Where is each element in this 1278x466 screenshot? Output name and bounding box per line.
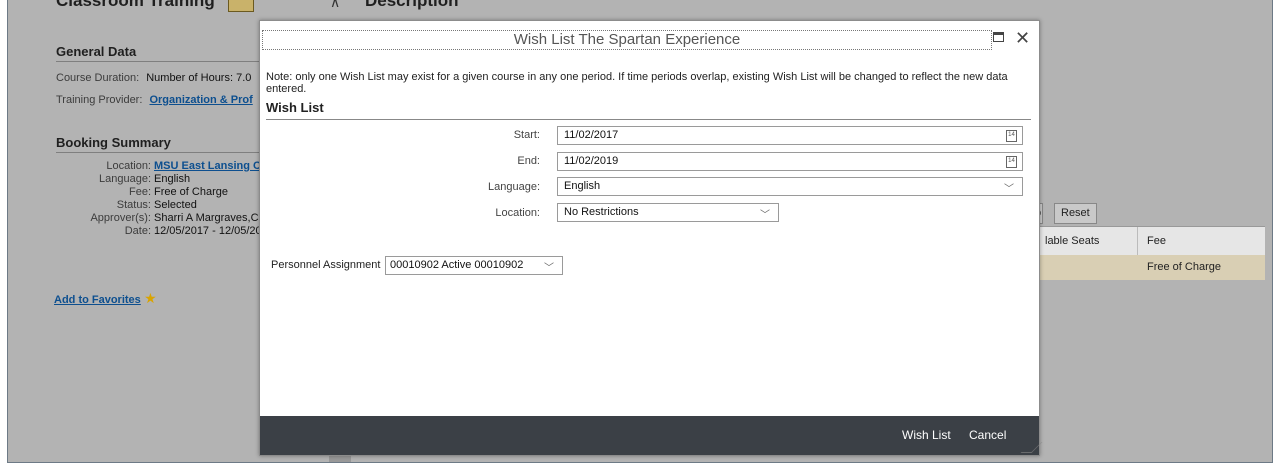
dialog-title: Wish List The Spartan Experience: [262, 30, 992, 50]
table-row[interactable]: Free of Charge: [1037, 255, 1265, 280]
note-text: Note: only one Wish List may exist for a…: [266, 71, 1008, 95]
calendar-icon[interactable]: 14: [1006, 156, 1017, 168]
end-date-value: 11/02/2019: [564, 155, 619, 167]
personnel-assignment-select[interactable]: 00010902 Active 00010902 ﹀: [385, 256, 563, 275]
personnel-assignment-label: Personnel Assignment: [271, 259, 381, 271]
personnel-assignment-value: 00010902 Active 00010902: [390, 259, 524, 271]
close-icon[interactable]: ✕: [1015, 28, 1030, 48]
location-value: No Restrictions: [564, 206, 639, 218]
training-provider-row: Training Provider: Organization & Prof: [56, 94, 253, 106]
column-header-fee: Fee: [1147, 235, 1166, 247]
training-provider-link[interactable]: Organization & Prof: [149, 94, 252, 106]
language-value: English: [154, 173, 191, 185]
course-duration-row: Course Duration: Number of Hours: 7.0: [56, 72, 251, 84]
location-label: Location:: [106, 160, 151, 172]
section-title: Wish List: [266, 100, 324, 115]
status-value: Selected: [154, 199, 197, 211]
wish-list-button[interactable]: Wish List: [902, 428, 951, 442]
status-label: Status:: [116, 199, 151, 211]
course-title: Classroom Training: [56, 0, 215, 10]
column-divider: [1137, 227, 1138, 255]
language-label: Language:: [488, 181, 540, 193]
course-duration-value: Number of Hours: 7.0: [146, 72, 252, 84]
add-to-favorites[interactable]: Add to Favorites ★: [54, 290, 157, 307]
row-fee: Free of Charge: [1147, 261, 1221, 273]
start-date-value: 11/02/2017: [564, 129, 619, 141]
table-header: lable Seats Fee: [1037, 226, 1265, 256]
wish-list-dialog: Wish List The Spartan Experience ✕ Note:…: [259, 20, 1043, 456]
fee-label: Fee:: [128, 186, 151, 198]
end-date-field[interactable]: 11/02/2019 14: [557, 152, 1023, 171]
cancel-button[interactable]: Cancel: [969, 428, 1006, 442]
star-plus-icon: ★: [144, 290, 157, 306]
approver-label: Approver(s):: [90, 212, 151, 224]
training-provider-label: Training Provider:: [56, 94, 143, 106]
location-link[interactable]: MSU East Lansing C: [154, 160, 264, 173]
reset-button[interactable]: Reset: [1054, 203, 1097, 224]
fee-value: Free of Charge: [154, 186, 228, 198]
description-heading: Description: [365, 0, 459, 10]
approver-value: Sharri A Margraves,C: [154, 212, 259, 224]
divider: [56, 152, 262, 153]
divider: [56, 61, 262, 62]
maximize-icon[interactable]: [993, 32, 1004, 42]
chevron-down-icon: ﹀: [760, 210, 770, 221]
general-data-heading: General Data: [56, 44, 137, 59]
booking-values: MSU East Lansing C English Free of Charg…: [154, 160, 264, 238]
add-to-favorites-link[interactable]: Add to Favorites: [54, 294, 141, 306]
collapse-icon[interactable]: ∧: [330, 0, 340, 11]
location-label: Location:: [495, 207, 540, 219]
booking-labels: Location: Language: Fee: Status: Approve…: [8, 160, 151, 238]
date-value: 12/05/2017 - 12/05/20: [154, 225, 262, 237]
dialog-footer: Wish List Cancel: [260, 416, 1043, 455]
language-label: Language:: [99, 173, 151, 185]
calendar-icon[interactable]: 14: [1006, 130, 1017, 142]
sessions-table: lable Seats Fee Free of Charge: [1037, 226, 1265, 281]
course-duration-label: Course Duration:: [56, 72, 140, 84]
language-value: English: [564, 180, 601, 192]
resize-grip-icon[interactable]: [1020, 442, 1043, 453]
location-select[interactable]: No Restrictions ﹀: [557, 203, 779, 222]
start-label: Start:: [513, 129, 540, 141]
end-label: End:: [517, 155, 540, 167]
date-label: Date:: [124, 225, 151, 237]
chevron-down-icon: ﹀: [544, 263, 554, 274]
column-header-seats: lable Seats: [1045, 235, 1100, 247]
chevron-down-icon: ﹀: [1004, 184, 1014, 195]
divider: [266, 119, 1031, 120]
booking-summary-heading: Booking Summary: [56, 135, 171, 150]
classroom-icon: [228, 0, 254, 12]
language-select[interactable]: English ﹀: [557, 177, 1023, 196]
start-date-field[interactable]: 11/02/2017 14: [557, 126, 1023, 145]
